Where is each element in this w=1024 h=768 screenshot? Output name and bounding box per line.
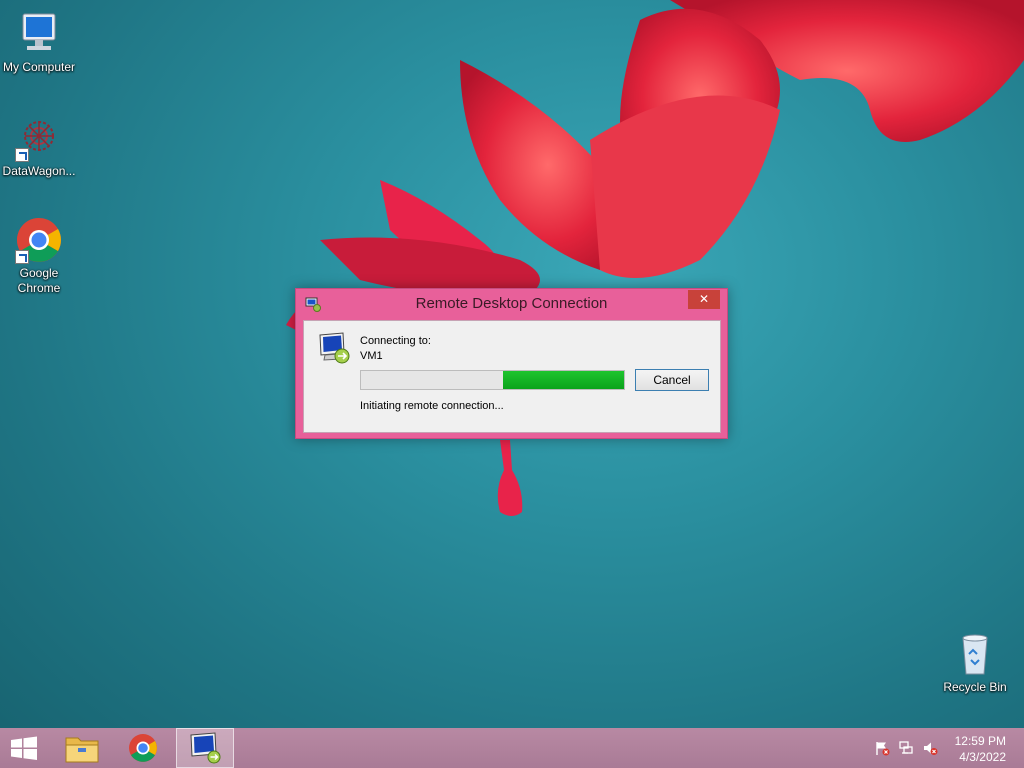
taskbar-remote-desktop[interactable] [176,728,234,768]
clock-time: 12:59 PM [954,734,1006,748]
start-button[interactable] [0,728,48,768]
desktop-icon-google-chrome[interactable]: Google Chrome [0,216,78,296]
dialog-client: Connecting to: VM1 Cancel Initiating rem… [303,320,721,433]
desktop-icon-label: My Computer [2,60,76,74]
clock-date: 4/3/2022 [959,750,1006,764]
connecting-label: Connecting to: [360,335,431,347]
connection-progress-bar [360,370,625,390]
shortcut-arrow-icon [15,250,29,264]
connection-status: Initiating remote connection... [360,400,504,412]
windows-start-icon [11,736,37,760]
datawagon-icon [15,114,63,162]
taskbar-chrome[interactable] [116,728,170,768]
remote-desktop-icon [190,732,221,764]
desktop-icon-label: Google Chrome [17,266,61,295]
desktop-icon-recycle-bin[interactable]: Recycle Bin [936,630,1014,695]
chrome-icon [15,216,63,264]
system-clock[interactable]: 12:59 PM 4/3/2022 [936,733,1006,765]
desktop-icon-label: Recycle Bin [943,680,1007,694]
cancel-button[interactable]: Cancel [635,369,709,391]
dialog-title: Remote Desktop Connection [415,295,608,312]
desktop-icon-label: DataWagon... [2,164,76,178]
chrome-icon [129,734,157,762]
desktop-icon-my-computer[interactable]: My Computer [0,10,78,75]
taskbar-file-explorer[interactable] [56,728,108,768]
progress-fill [503,371,624,389]
shortcut-arrow-icon [15,148,29,162]
taskbar: 12:59 PM 4/3/2022 [0,728,1024,768]
connection-target: VM1 [360,350,383,362]
recycle-bin-icon [951,630,999,678]
rdp-dialog: Remote Desktop Connection ✕ Connecting t… [295,288,728,439]
network-icon[interactable] [898,740,914,756]
remote-desktop-icon [317,331,351,365]
computer-icon [15,10,63,58]
desktop-icon-datawagon[interactable]: DataWagon... [0,114,78,179]
file-explorer-icon [65,737,99,763]
action-center-flag-icon[interactable] [874,740,890,756]
close-button[interactable]: ✕ [688,290,720,309]
